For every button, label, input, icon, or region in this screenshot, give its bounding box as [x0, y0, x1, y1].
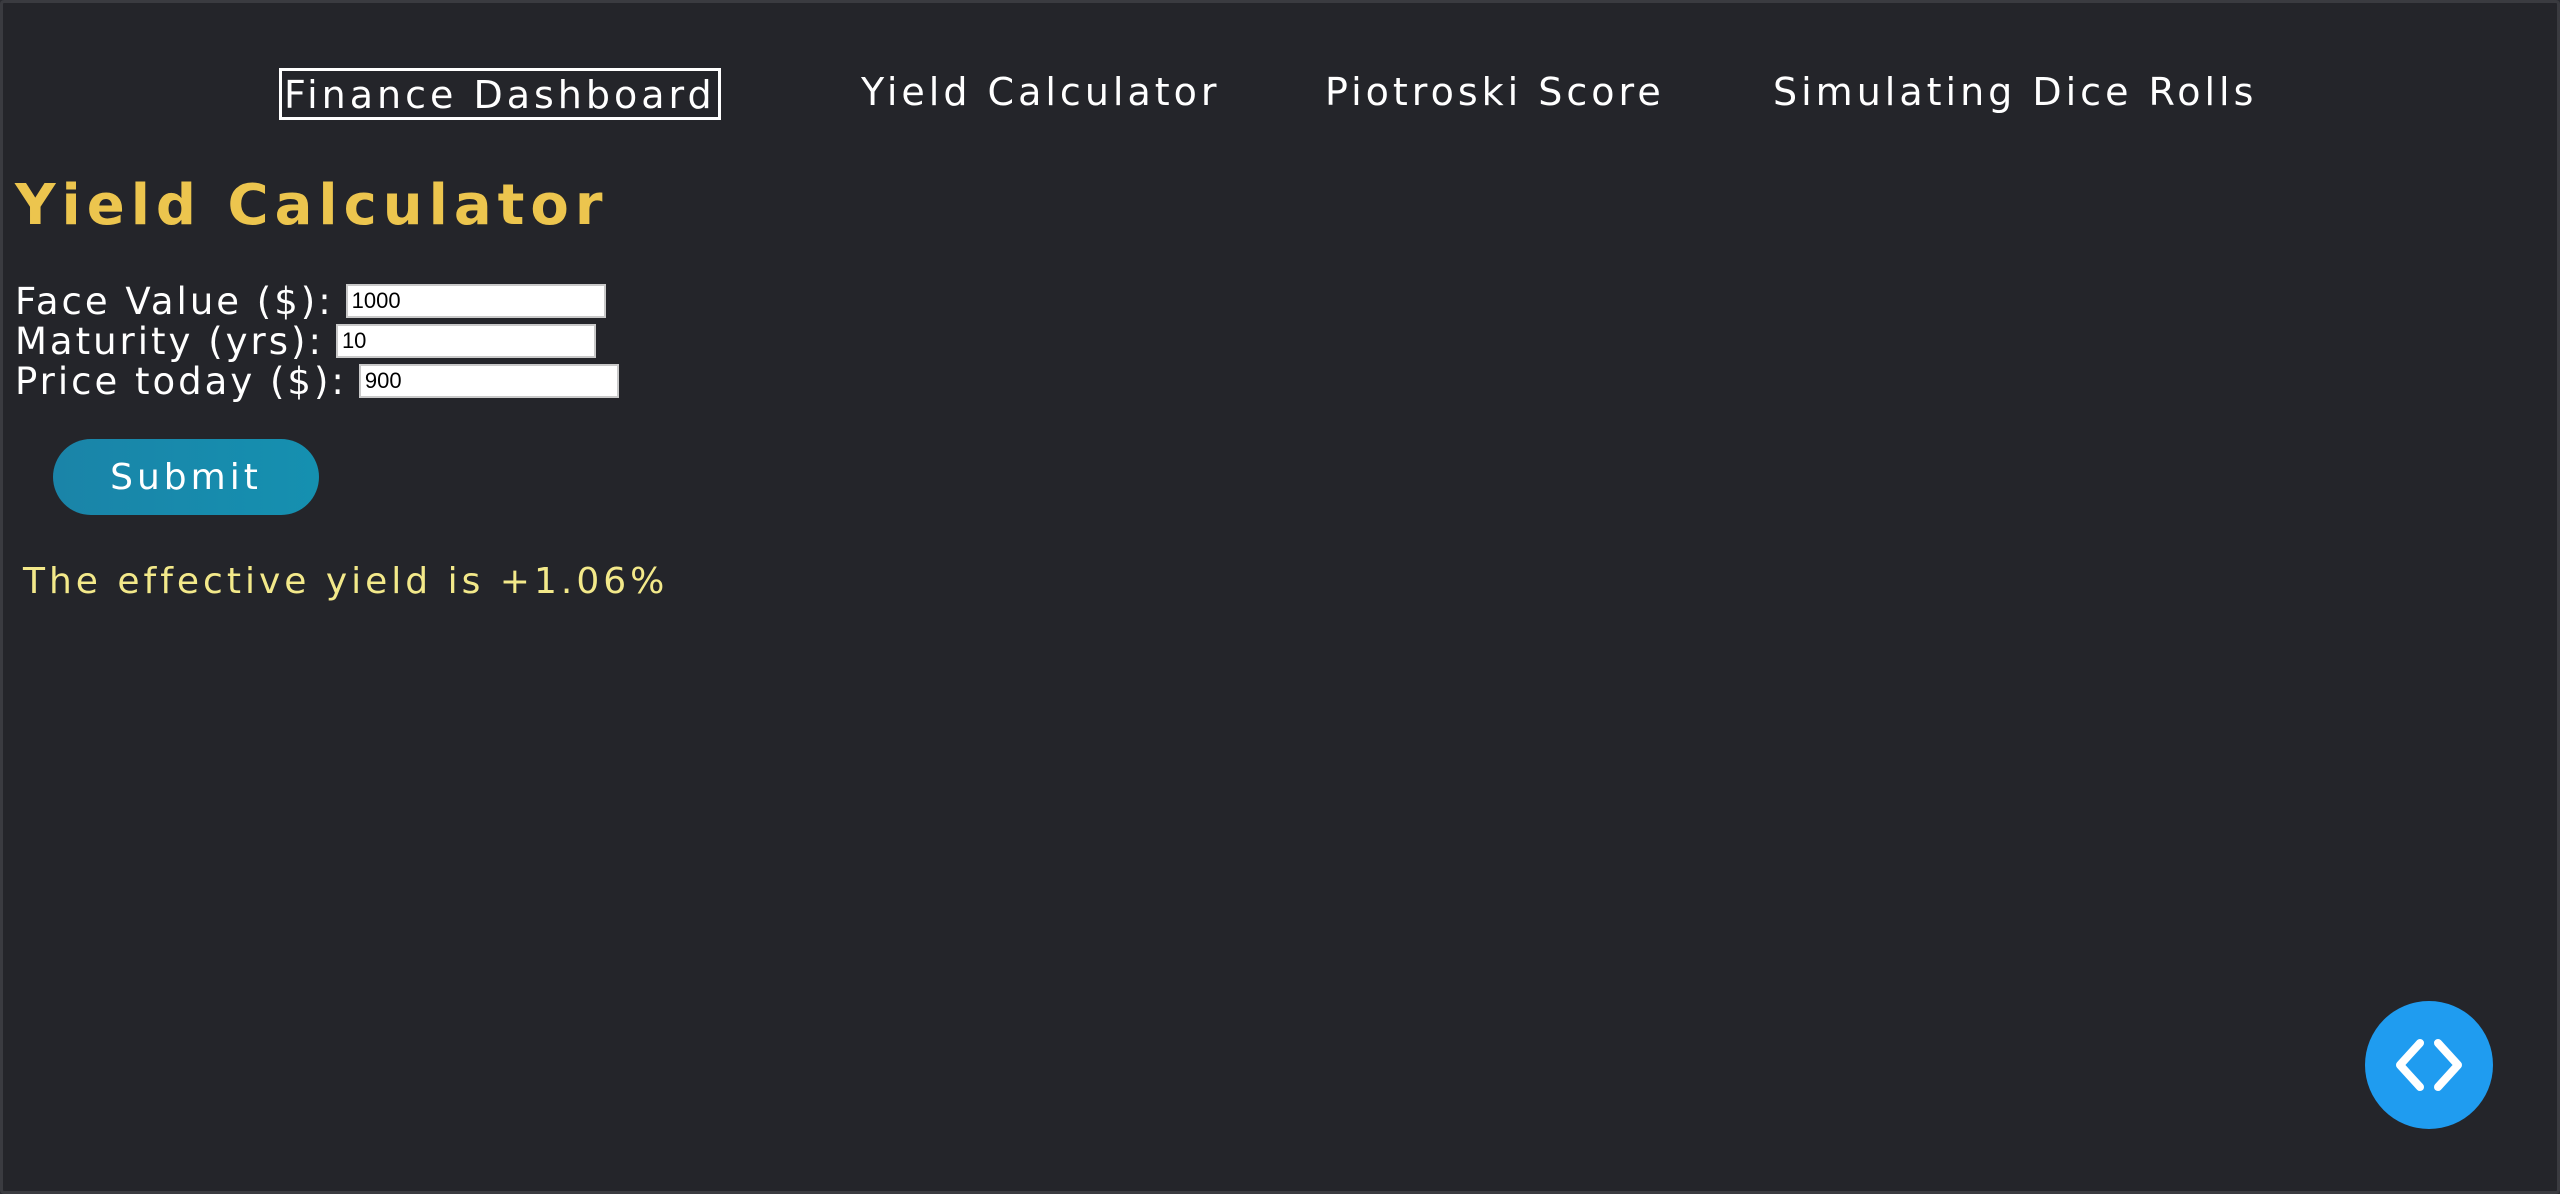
maturity-row: Maturity (yrs): — [15, 319, 596, 363]
nav-piotroski-score[interactable]: Piotroski Score — [1325, 68, 1665, 120]
submit-button[interactable]: Submit — [53, 439, 319, 515]
top-nav: Finance Dashboard Yield Calculator Piotr… — [3, 68, 2557, 120]
code-brackets-icon — [2396, 1039, 2462, 1091]
app-window: Finance Dashboard Yield Calculator Piotr… — [0, 0, 2560, 1194]
nav-yield-calculator[interactable]: Yield Calculator — [861, 68, 1221, 120]
price-today-label: Price today ($): — [15, 359, 347, 403]
code-toggle-button[interactable] — [2365, 1001, 2493, 1129]
price-today-row: Price today ($): — [15, 359, 619, 403]
page-title: Yield Calculator — [15, 173, 609, 238]
maturity-input[interactable] — [335, 324, 596, 358]
face-value-row: Face Value ($): — [15, 279, 606, 323]
face-value-label: Face Value ($): — [15, 279, 334, 323]
nav-finance-dashboard[interactable]: Finance Dashboard — [279, 68, 721, 120]
price-today-input[interactable] — [358, 364, 619, 398]
effective-yield-result: The effective yield is +1.06% — [23, 561, 669, 602]
nav-simulating-dice-rolls[interactable]: Simulating Dice Rolls — [1773, 68, 2257, 120]
face-value-input[interactable] — [345, 284, 606, 318]
maturity-label: Maturity (yrs): — [15, 319, 324, 363]
